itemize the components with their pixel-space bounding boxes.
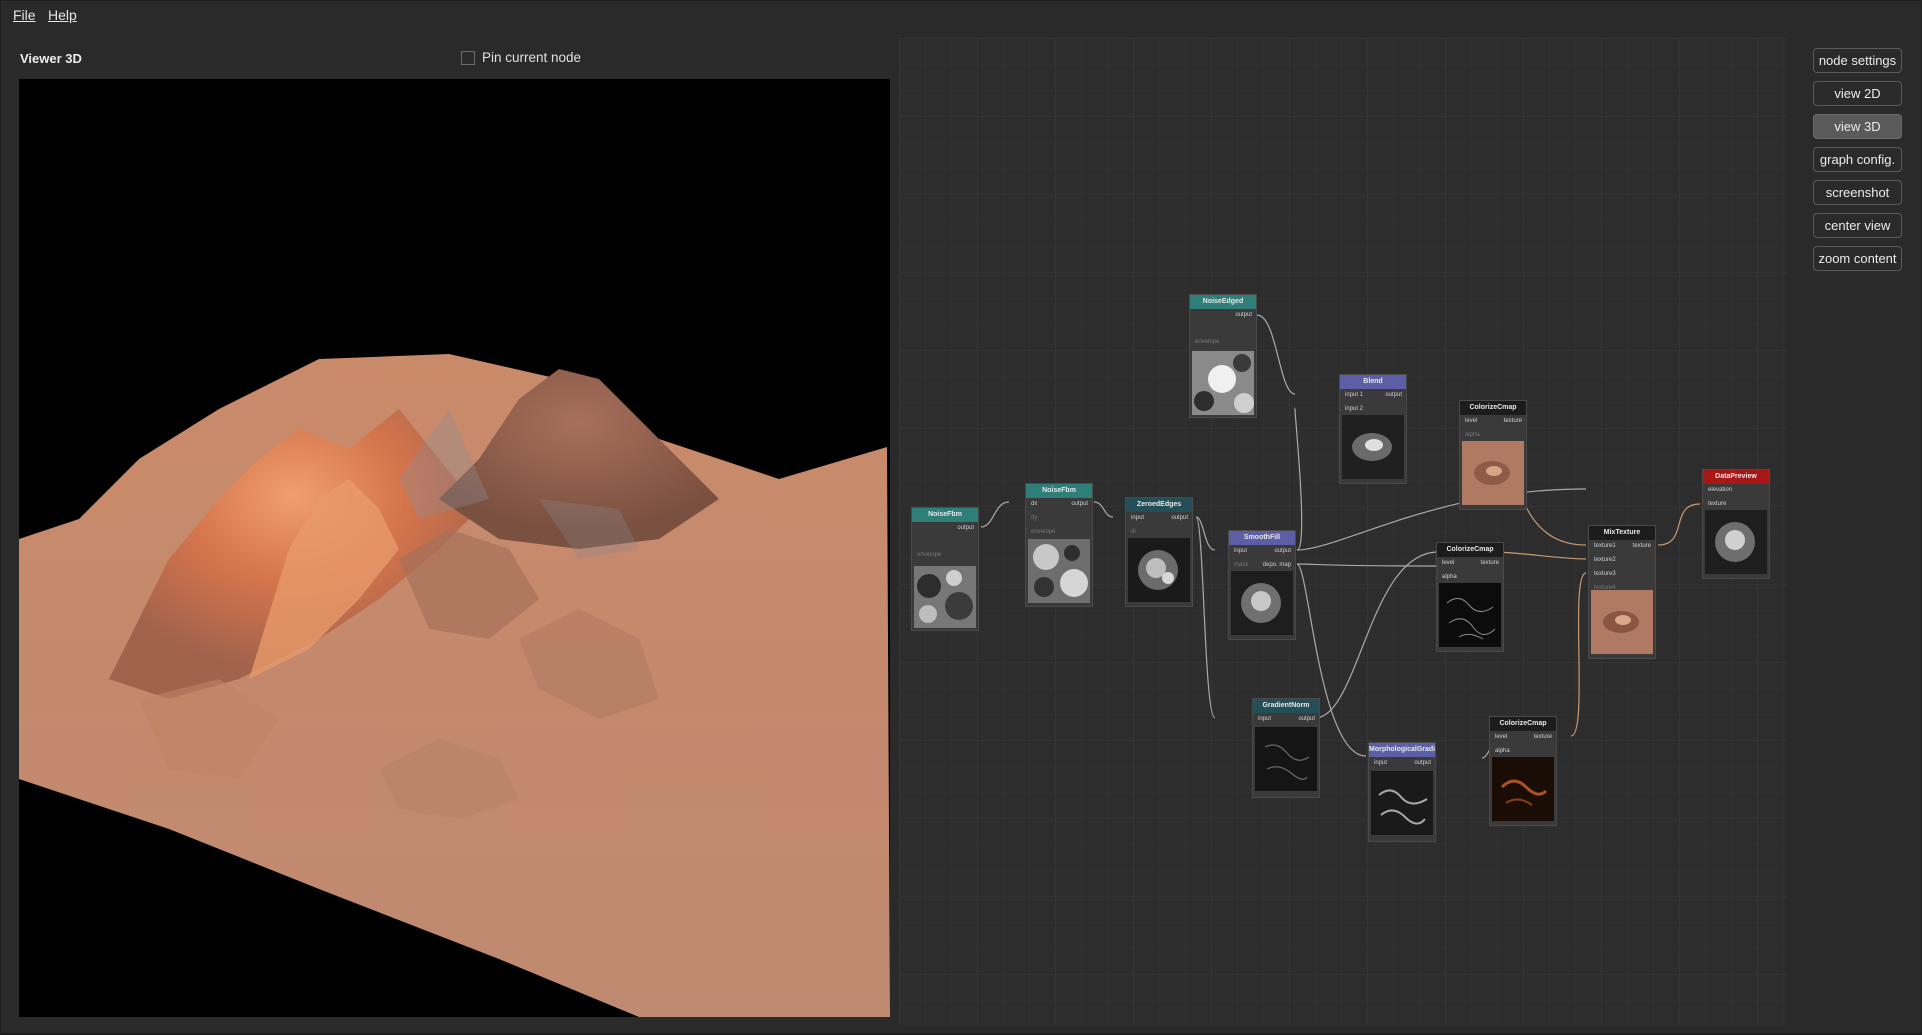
node-title: ColorizeCmap	[1490, 717, 1556, 731]
terrain-render	[19, 79, 890, 1017]
node-title: NoiseFbm	[912, 508, 978, 522]
node-graph-editor[interactable]: NoiseFbm output envelope NoiseFbm dx out…	[899, 38, 1787, 1025]
node-title: SmoothFill	[1229, 531, 1295, 545]
node-title: MorphologicalGradient	[1369, 743, 1435, 757]
menu-bar: File Help	[1, 1, 1921, 29]
node-preview-thumbnail	[1439, 583, 1501, 647]
node-morphologicalgradient[interactable]: MorphologicalGradient input output	[1368, 742, 1436, 842]
zoom-content-button[interactable]: zoom content	[1813, 246, 1902, 271]
node-colorizecmap-2[interactable]: ColorizeCmap level texture alpha	[1436, 542, 1504, 652]
app-window: File Help Viewer 3D Pin current node Noi…	[1, 1, 1921, 1033]
node-datapreview[interactable]: DataPreview elevation texture	[1702, 469, 1770, 579]
node-title: ColorizeCmap	[1437, 543, 1503, 557]
node-mixtexture[interactable]: MixTexture texture1 texture texture2 tex…	[1588, 525, 1656, 659]
node-preview-thumbnail	[1231, 571, 1293, 635]
node-title: NoiseEdged	[1190, 295, 1256, 309]
node-preview-thumbnail	[914, 566, 976, 628]
node-colorizecmap-3[interactable]: ColorizeCmap level texture alpha	[1489, 716, 1557, 826]
node-preview-thumbnail	[1028, 539, 1090, 603]
node-preview-thumbnail	[1371, 771, 1433, 835]
node-title: ColorizeCmap	[1460, 401, 1526, 415]
node-title: Blend	[1340, 375, 1406, 389]
node-smoothfill[interactable]: SmoothFill input output mask depo. map	[1228, 530, 1296, 640]
node-preview-thumbnail	[1255, 727, 1317, 791]
pin-checkbox-label: Pin current node	[482, 50, 582, 65]
viewer-3d-viewport[interactable]	[19, 79, 890, 1017]
node-zeroededges[interactable]: ZeroedEdges input output dr	[1125, 497, 1193, 607]
node-preview-thumbnail	[1462, 441, 1524, 505]
node-preview-thumbnail	[1492, 757, 1554, 821]
pin-checkbox-box[interactable]	[461, 51, 475, 65]
node-gradientnorm[interactable]: GradientNorm input output	[1252, 698, 1320, 798]
node-title: GradientNorm	[1253, 699, 1319, 713]
center-view-button[interactable]: center view	[1813, 213, 1902, 238]
node-noiseedged[interactable]: NoiseEdged output envelope	[1189, 294, 1257, 418]
node-preview-thumbnail	[1128, 538, 1190, 602]
node-noisefbm-2[interactable]: NoiseFbm dx output dy envelope	[1025, 483, 1093, 607]
node-preview-thumbnail	[1591, 590, 1653, 654]
menu-help[interactable]: Help	[48, 7, 77, 23]
viewer-title: Viewer 3D	[20, 51, 82, 66]
view-3d-button[interactable]: view 3D	[1813, 114, 1902, 139]
view-2d-button[interactable]: view 2D	[1813, 81, 1902, 106]
screenshot-button[interactable]: screenshot	[1813, 180, 1902, 205]
node-colorizecmap-1[interactable]: ColorizeCmap level texture alpha	[1459, 400, 1527, 510]
node-title: DataPreview	[1703, 470, 1769, 484]
node-blend[interactable]: Blend input 1 output input 2	[1339, 374, 1407, 484]
node-noisefbm-1[interactable]: NoiseFbm output envelope	[911, 507, 979, 631]
node-preview-thumbnail	[1192, 351, 1254, 415]
node-preview-thumbnail	[1705, 510, 1767, 574]
node-title: NoiseFbm	[1026, 484, 1092, 498]
port-output[interactable]: output	[957, 525, 974, 531]
graph-config-button[interactable]: graph config.	[1813, 147, 1902, 172]
menu-file[interactable]: File	[13, 7, 36, 23]
node-title: MixTexture	[1589, 526, 1655, 540]
node-title: ZeroedEdges	[1126, 498, 1192, 512]
node-preview-thumbnail	[1342, 415, 1404, 479]
node-settings-button[interactable]: node settings	[1813, 48, 1902, 73]
